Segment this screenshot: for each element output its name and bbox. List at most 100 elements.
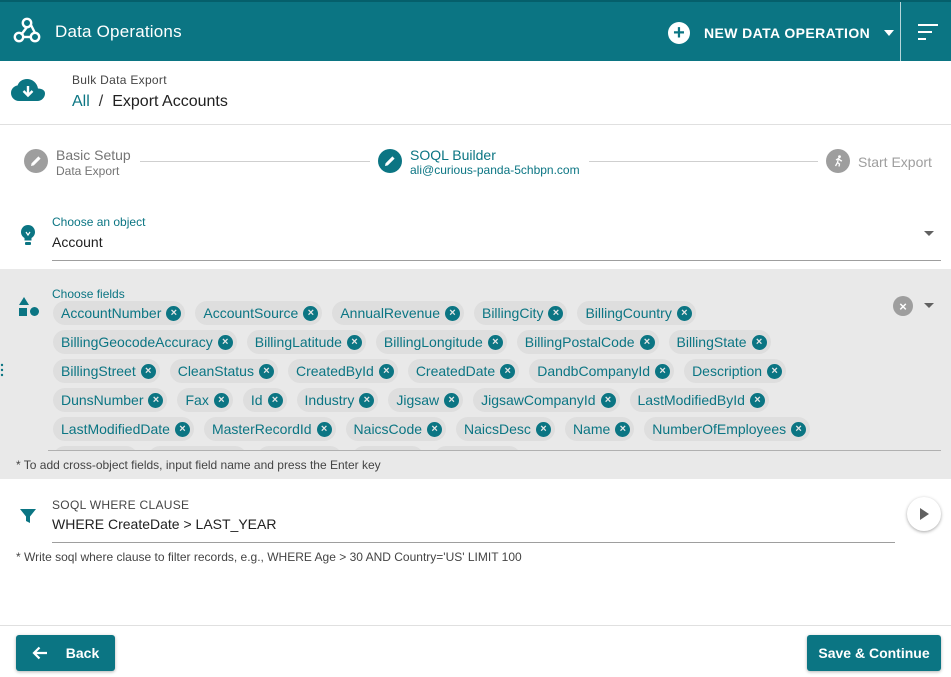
category-shapes-icon bbox=[19, 297, 39, 316]
field-chip-label: CreatedDate bbox=[415, 363, 496, 379]
field-chip[interactable]: BillingLatitude × bbox=[246, 330, 366, 354]
field-chip[interactable]: CleanStatus × bbox=[169, 359, 278, 383]
drag-handle-icon[interactable] bbox=[0, 363, 4, 377]
field-chip[interactable]: CreatedDate × bbox=[407, 359, 520, 383]
field-chip[interactable]: AccountNumber × bbox=[53, 301, 186, 325]
toolbar-divider bbox=[900, 2, 901, 63]
remove-chip-icon[interactable]: × bbox=[359, 392, 375, 408]
remove-chip-icon[interactable]: × bbox=[217, 334, 233, 350]
remove-chip-icon[interactable]: × bbox=[767, 363, 783, 379]
remove-chip-icon[interactable]: × bbox=[535, 421, 551, 437]
dropdown-arrow-icon[interactable] bbox=[924, 303, 934, 308]
pencil-icon bbox=[385, 156, 395, 166]
field-chip[interactable]: Jigsaw × bbox=[388, 388, 464, 412]
field-chip-label: BillingCity bbox=[481, 305, 544, 321]
field-chip[interactable]: BillingGeocodeAccuracy × bbox=[53, 330, 237, 354]
field-chip[interactable]: LastModifiedById × bbox=[629, 388, 769, 412]
remove-chip-icon[interactable]: × bbox=[148, 392, 164, 408]
app-title: Data Operations bbox=[55, 22, 182, 41]
field-chip[interactable]: CreatedById × bbox=[287, 359, 398, 383]
field-chip[interactable]: Id × bbox=[242, 388, 287, 412]
field-chip[interactable]: JigsawCompanyId × bbox=[473, 388, 620, 412]
field-chip[interactable]: DunsNumber × bbox=[53, 388, 168, 412]
remove-chip-icon[interactable]: × bbox=[600, 392, 616, 408]
field-chip-label: MasterRecordId bbox=[211, 421, 312, 437]
remove-chip-icon[interactable]: × bbox=[444, 305, 460, 321]
clear-all-icon[interactable]: × bbox=[893, 296, 913, 316]
remove-chip-icon[interactable]: × bbox=[316, 421, 332, 437]
object-select-field[interactable]: Choose an object Account bbox=[0, 204, 951, 266]
dropdown-arrow-icon[interactable] bbox=[924, 231, 934, 236]
soql-where-input[interactable]: WHERE CreateDate > LAST_YEAR bbox=[52, 516, 276, 532]
field-chip[interactable]: BillingLongitude × bbox=[375, 330, 507, 354]
field-chip[interactable]: NumberOfEmployees × bbox=[644, 417, 811, 441]
remove-chip-icon[interactable]: × bbox=[500, 363, 516, 379]
field-chip[interactable]: DandbCompanyId × bbox=[529, 359, 675, 383]
runner-icon bbox=[834, 155, 843, 167]
remove-chip-icon[interactable]: × bbox=[174, 421, 190, 437]
remove-chip-icon[interactable]: × bbox=[548, 305, 564, 321]
step-basic-setup-indicator[interactable] bbox=[24, 149, 48, 173]
remove-chip-icon[interactable]: × bbox=[639, 334, 655, 350]
remove-chip-icon[interactable]: × bbox=[427, 421, 443, 437]
remove-chip-icon[interactable]: × bbox=[791, 421, 807, 437]
field-chip[interactable]: BillingCountry × bbox=[577, 301, 696, 325]
field-chip-label: Name bbox=[572, 421, 611, 437]
remove-chip-icon[interactable]: × bbox=[444, 392, 460, 408]
remove-chip-icon[interactable]: × bbox=[749, 392, 765, 408]
fields-underline bbox=[48, 450, 941, 451]
breadcrumb-separator: / bbox=[98, 93, 104, 110]
step-soql-builder-indicator[interactable] bbox=[378, 149, 402, 173]
remove-chip-icon[interactable]: × bbox=[140, 363, 156, 379]
field-chip[interactable]: NaicsDesc × bbox=[456, 417, 555, 441]
back-button[interactable]: Back bbox=[16, 635, 115, 671]
new-data-operation-button[interactable]: + NEW DATA OPERATION bbox=[668, 19, 895, 47]
field-chip[interactable]: Fax × bbox=[177, 388, 233, 412]
fields-select-panel: Choose fields AccountNumber × AccountSourc… bbox=[0, 269, 951, 479]
fields-select-label: Choose fields bbox=[52, 287, 125, 301]
field-chip-label: LastModifiedById bbox=[637, 392, 745, 408]
field-chip[interactable]: BillingPostalCode × bbox=[516, 330, 659, 354]
remove-chip-icon[interactable]: × bbox=[615, 421, 631, 437]
remove-chip-icon[interactable]: × bbox=[166, 305, 182, 321]
field-chip-list[interactable]: AccountNumber × AccountSource × AnnualRevenu… bbox=[48, 301, 888, 451]
remove-chip-icon[interactable]: × bbox=[346, 334, 362, 350]
field-chip[interactable]: BillingState × bbox=[668, 330, 771, 354]
field-chip-label: DunsNumber bbox=[61, 392, 144, 408]
field-chip[interactable]: BillingStreet × bbox=[53, 359, 160, 383]
field-chip-label: LastModifiedDate bbox=[61, 421, 170, 437]
breadcrumb-current: Export Accounts bbox=[112, 93, 228, 110]
field-chip[interactable]: MasterRecordId × bbox=[203, 417, 336, 441]
field-chip[interactable]: AccountSource × bbox=[195, 301, 323, 325]
field-chip[interactable]: BillingCity × bbox=[473, 301, 568, 325]
soql-where-field[interactable]: SOQL WHERE CLAUSE WHERE CreateDate > LAS… bbox=[0, 490, 951, 580]
run-query-button[interactable] bbox=[907, 497, 941, 531]
remove-chip-icon[interactable]: × bbox=[303, 305, 319, 321]
save-continue-button[interactable]: Save & Continue bbox=[807, 635, 941, 671]
save-continue-label: Save & Continue bbox=[818, 645, 930, 661]
field-chip[interactable]: LastModifiedDate × bbox=[53, 417, 194, 441]
field-chip[interactable]: Description × bbox=[684, 359, 787, 383]
remove-chip-icon[interactable]: × bbox=[213, 392, 229, 408]
sort-menu-icon[interactable] bbox=[918, 24, 938, 40]
field-chip[interactable]: NaicsCode × bbox=[345, 417, 447, 441]
remove-chip-icon[interactable]: × bbox=[267, 392, 283, 408]
remove-chip-icon[interactable]: × bbox=[655, 363, 671, 379]
remove-chip-icon[interactable]: × bbox=[676, 305, 692, 321]
remove-chip-icon[interactable]: × bbox=[378, 363, 394, 379]
field-chip-label: Id bbox=[250, 392, 263, 408]
step-basic-setup-title: Basic Setup bbox=[56, 147, 131, 163]
caret-down-icon bbox=[884, 30, 895, 36]
remove-chip-icon[interactable]: × bbox=[487, 334, 503, 350]
field-chip[interactable]: Industry × bbox=[296, 388, 379, 412]
field-chip-label: AnnualRevenue bbox=[340, 305, 440, 321]
field-chip-label: Jigsaw bbox=[396, 392, 440, 408]
breadcrumb-all-link[interactable]: All bbox=[72, 93, 90, 111]
field-chip[interactable]: Name × bbox=[564, 417, 635, 441]
field-chip-label: BillingGeocodeAccuracy bbox=[61, 334, 213, 350]
field-chip-label: BillingLongitude bbox=[383, 334, 483, 350]
remove-chip-icon[interactable]: × bbox=[258, 363, 274, 379]
field-chip[interactable]: AnnualRevenue × bbox=[332, 301, 464, 325]
step-start-export-indicator[interactable] bbox=[826, 149, 850, 173]
remove-chip-icon[interactable]: × bbox=[751, 334, 767, 350]
